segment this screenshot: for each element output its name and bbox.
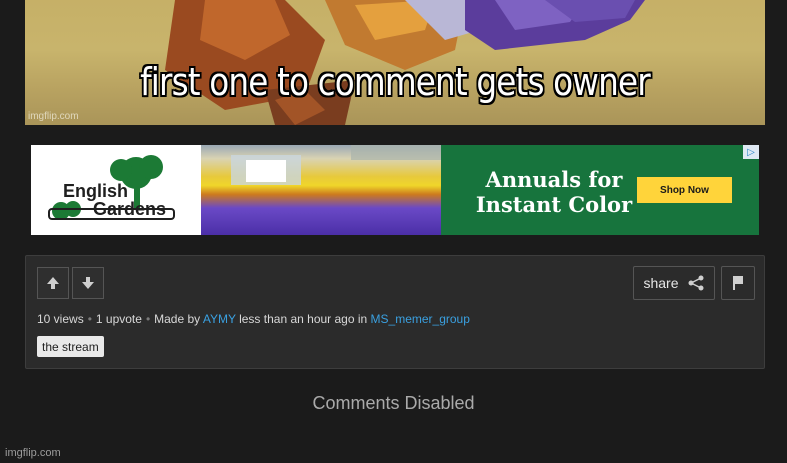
ad-shop-now-button[interactable]: Shop Now: [637, 177, 732, 203]
upvote-button[interactable]: [37, 267, 69, 299]
time-text: less than an hour ago in: [239, 312, 368, 326]
share-icon: [688, 275, 704, 291]
ad-choices-icon[interactable]: ▷: [743, 145, 759, 159]
meme-info-panel: share 10 views • 1 upvote • Made by AYMY les…: [25, 255, 765, 369]
ad-brand-line2: Gardens: [93, 199, 167, 219]
meme-watermark: imgflip.com: [28, 111, 79, 122]
comments-disabled-text: Comments Disabled: [312, 393, 475, 413]
downvote-button[interactable]: [72, 267, 104, 299]
ad-brand-line1: English: [63, 181, 129, 201]
ad-banner[interactable]: English Gardens Annuals for Instant Colo…: [31, 145, 759, 235]
separator-dot: •: [145, 312, 151, 326]
upvote-count: 1 upvote: [95, 312, 142, 326]
flag-icon: [733, 276, 743, 290]
share-label: share: [643, 275, 679, 291]
share-button[interactable]: share: [633, 266, 715, 300]
arrow-up-icon: [47, 277, 59, 289]
meme-meta: 10 views • 1 upvote • Made by AYMY less than…: [37, 312, 470, 326]
arrow-down-icon: [82, 277, 94, 289]
footer-watermark: imgflip.com: [5, 447, 61, 459]
author-link[interactable]: AYMY: [203, 312, 236, 326]
meme-image: first one to comment gets owner imgflip.…: [25, 0, 765, 125]
view-count: 10 views: [37, 312, 84, 326]
flag-button[interactable]: [721, 266, 755, 300]
ad-headline: Annuals for Instant Color: [475, 167, 633, 217]
tag-the-stream[interactable]: the stream: [37, 336, 104, 357]
made-by-prefix: Made by: [154, 312, 201, 326]
meme-caption: first one to comment gets owner: [140, 60, 651, 104]
stream-link[interactable]: MS_memer_group: [371, 312, 470, 326]
separator-dot: •: [87, 312, 92, 326]
